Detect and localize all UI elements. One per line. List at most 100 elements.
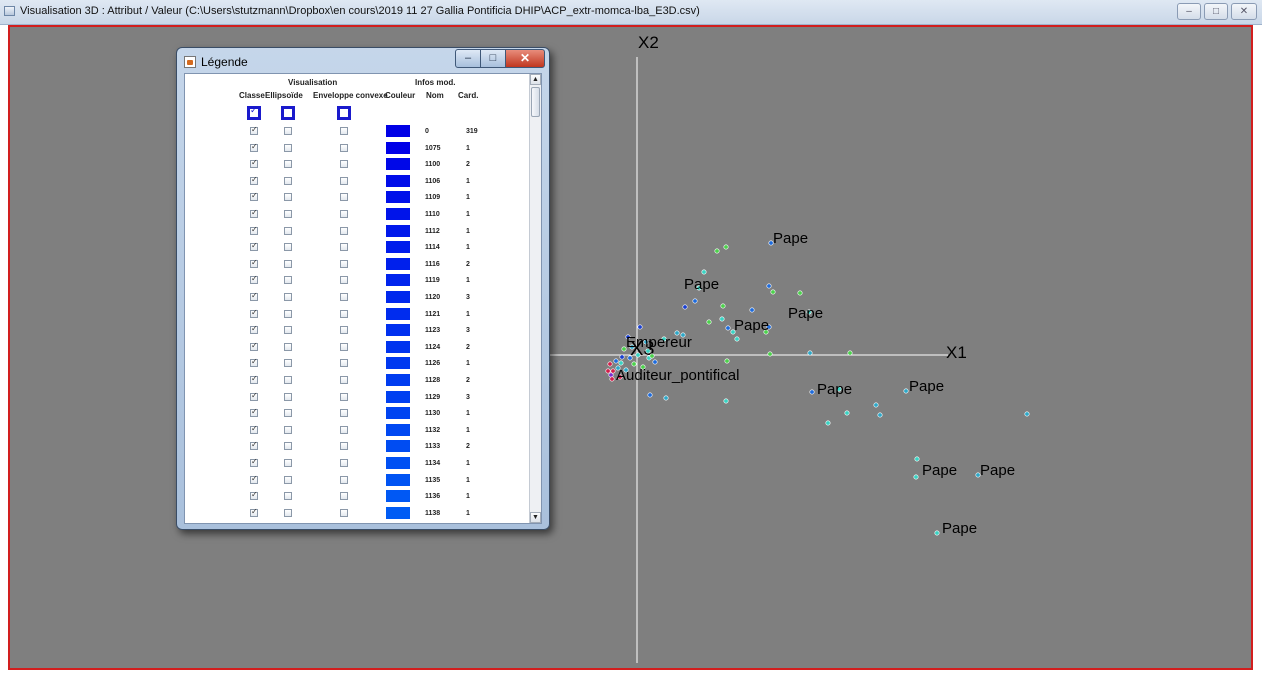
ellipsoide-checkbox[interactable] [284,442,292,450]
color-swatch[interactable] [386,308,410,320]
enveloppe-checkbox[interactable] [340,359,348,367]
toggle-all-ellipsoide-checkbox[interactable] [281,106,295,120]
classe-checkbox[interactable] [250,457,258,467]
enveloppe-checkbox[interactable] [340,393,348,401]
ellipsoide-checkbox[interactable] [284,243,292,251]
color-swatch[interactable] [386,507,410,519]
ellipsoide-checkbox[interactable] [284,293,292,301]
legend-scrollbar[interactable]: ▲ ▼ [529,74,541,523]
scroll-up-icon[interactable]: ▲ [530,74,541,85]
enveloppe-checkbox[interactable] [340,160,348,168]
enveloppe-checkbox[interactable] [340,276,348,284]
enveloppe-checkbox[interactable] [340,310,348,318]
ellipsoide-checkbox[interactable] [284,393,292,401]
ellipsoide-checkbox[interactable] [284,343,292,351]
classe-checkbox[interactable] [250,440,258,450]
ellipsoide-checkbox[interactable] [284,160,292,168]
color-swatch[interactable] [386,142,410,154]
enveloppe-checkbox[interactable] [340,459,348,467]
classe-checkbox[interactable] [250,357,258,367]
legend-dialog[interactable]: Légende – □ ✕ Visualisation Infos mod. C… [176,47,550,530]
enveloppe-checkbox[interactable] [340,177,348,185]
classe-checkbox[interactable] [250,258,258,268]
ellipsoide-checkbox[interactable] [284,210,292,218]
enveloppe-checkbox[interactable] [340,227,348,235]
ellipsoide-checkbox[interactable] [284,260,292,268]
classe-checkbox[interactable] [250,241,258,251]
classe-checkbox[interactable] [250,158,258,168]
maximize-icon[interactable]: □ [480,49,506,68]
enveloppe-checkbox[interactable] [340,409,348,417]
classe-checkbox[interactable] [250,225,258,235]
classe-checkbox[interactable] [250,142,258,152]
ellipsoide-checkbox[interactable] [284,326,292,334]
color-swatch[interactable] [386,474,410,486]
classe-checkbox[interactable] [250,424,258,434]
enveloppe-checkbox[interactable] [340,127,348,135]
color-swatch[interactable] [386,158,410,170]
classe-checkbox[interactable] [250,490,258,500]
enveloppe-checkbox[interactable] [340,193,348,201]
classe-checkbox[interactable] [250,407,258,417]
enveloppe-checkbox[interactable] [340,476,348,484]
classe-checkbox[interactable] [250,291,258,301]
classe-checkbox[interactable] [250,274,258,284]
color-swatch[interactable] [386,191,410,203]
ellipsoide-checkbox[interactable] [284,227,292,235]
classe-checkbox[interactable] [250,374,258,384]
enveloppe-checkbox[interactable] [340,260,348,268]
enveloppe-checkbox[interactable] [340,509,348,517]
enveloppe-checkbox[interactable] [340,343,348,351]
color-swatch[interactable] [386,391,410,403]
ellipsoide-checkbox[interactable] [284,359,292,367]
toggle-all-classe-checkbox[interactable] [247,106,261,120]
classe-checkbox[interactable] [250,391,258,401]
enveloppe-checkbox[interactable] [340,426,348,434]
color-swatch[interactable] [386,457,410,469]
color-swatch[interactable] [386,357,410,369]
ellipsoide-checkbox[interactable] [284,144,292,152]
ellipsoide-checkbox[interactable] [284,177,292,185]
enveloppe-checkbox[interactable] [340,210,348,218]
color-swatch[interactable] [386,324,410,336]
color-swatch[interactable] [386,175,410,187]
classe-checkbox[interactable] [250,341,258,351]
ellipsoide-checkbox[interactable] [284,426,292,434]
scroll-thumb[interactable] [531,87,540,117]
ellipsoide-checkbox[interactable] [284,509,292,517]
classe-checkbox[interactable] [250,208,258,218]
color-swatch[interactable] [386,374,410,386]
minimize-icon[interactable]: – [1177,3,1201,20]
classe-checkbox[interactable] [250,175,258,185]
ellipsoide-checkbox[interactable] [284,127,292,135]
scroll-down-icon[interactable]: ▼ [530,512,541,523]
enveloppe-checkbox[interactable] [340,326,348,334]
classe-checkbox[interactable] [250,324,258,334]
color-swatch[interactable] [386,440,410,452]
enveloppe-checkbox[interactable] [340,293,348,301]
color-swatch[interactable] [386,274,410,286]
ellipsoide-checkbox[interactable] [284,193,292,201]
enveloppe-checkbox[interactable] [340,492,348,500]
classe-checkbox[interactable] [250,125,258,135]
ellipsoide-checkbox[interactable] [284,376,292,384]
color-swatch[interactable] [386,291,410,303]
close-icon[interactable]: ✕ [505,49,545,68]
close-icon[interactable]: ✕ [1231,3,1257,20]
classe-checkbox[interactable] [250,507,258,517]
ellipsoide-checkbox[interactable] [284,310,292,318]
color-swatch[interactable] [386,424,410,436]
color-swatch[interactable] [386,490,410,502]
classe-checkbox[interactable] [250,308,258,318]
ellipsoide-checkbox[interactable] [284,409,292,417]
color-swatch[interactable] [386,225,410,237]
enveloppe-checkbox[interactable] [340,243,348,251]
ellipsoide-checkbox[interactable] [284,459,292,467]
color-swatch[interactable] [386,208,410,220]
color-swatch[interactable] [386,258,410,270]
ellipsoide-checkbox[interactable] [284,276,292,284]
enveloppe-checkbox[interactable] [340,376,348,384]
color-swatch[interactable] [386,407,410,419]
classe-checkbox[interactable] [250,191,258,201]
classe-checkbox[interactable] [250,474,258,484]
